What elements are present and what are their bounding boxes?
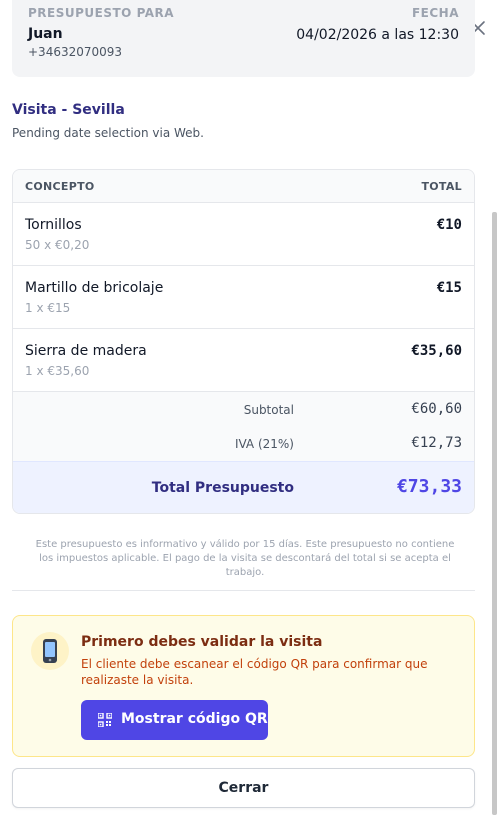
items-table: CONCEPTO TOTAL Tornillos 50 x €0,20 €10 … [12, 169, 475, 514]
quote-header: PRESUPUESTO PARA FECHA Juan +34632070093… [12, 0, 475, 77]
item-total: €10 [436, 217, 462, 233]
quote-date: 04/02/2026 a las 12:30 [296, 27, 459, 43]
client-phone: +34632070093 [28, 45, 123, 59]
summary-section: Subtotal €60,60 IVA (21%) €12,73 [13, 392, 474, 461]
show-qr-label: Mostrar código QR [121, 711, 268, 727]
tax-label: IVA (21%) [234, 437, 294, 451]
client-name: Juan [28, 26, 63, 42]
table-header: CONCEPTO TOTAL [13, 170, 474, 203]
close-button[interactable]: Cerrar [12, 768, 475, 808]
visit-subtitle: Pending date selection via Web. [12, 126, 204, 140]
table-row: Martillo de bricolaje 1 x €15 €15 [13, 266, 474, 329]
item-detail: 50 x €0,20 [25, 238, 90, 252]
disclaimer-text: Este presupuesto es informativo y válido… [35, 539, 455, 578]
total-label: Total Presupuesto [151, 480, 294, 496]
notice-title: Primero debes validar la visita [81, 634, 323, 650]
qr-code-icon [98, 713, 112, 727]
item-detail: 1 x €15 [25, 301, 71, 315]
qr-validation-notice: Primero debes validar la visita El clien… [12, 615, 475, 757]
table-row: Tornillos 50 x €0,20 €10 [13, 203, 474, 266]
item-name: Martillo de bricolaje [25, 280, 164, 296]
scrollbar[interactable] [492, 212, 497, 815]
subtotal-value: €60,60 [411, 401, 462, 417]
column-header-concept: CONCEPTO [25, 180, 95, 193]
item-detail: 1 x €35,60 [25, 364, 90, 378]
item-name: Sierra de madera [25, 343, 147, 359]
table-row: Sierra de madera 1 x €35,60 €35,60 [13, 329, 474, 392]
item-total: €15 [436, 280, 462, 296]
mobile-phone-icon [31, 632, 69, 670]
close-button-label: Cerrar [218, 780, 269, 796]
total-section: Total Presupuesto €73,33 [13, 461, 474, 513]
visit-title: Visita - Sevilla [12, 102, 125, 118]
item-total: €35,60 [411, 343, 462, 359]
subtotal-label: Subtotal [243, 403, 294, 417]
divider [12, 590, 475, 591]
show-qr-button[interactable]: Mostrar código QR [81, 700, 268, 740]
tax-value: €12,73 [411, 435, 462, 451]
column-header-total: TOTAL [421, 180, 462, 193]
total-value: €73,33 [396, 476, 462, 497]
recipient-label: PRESUPUESTO PARA [28, 6, 175, 20]
date-label: FECHA [411, 6, 459, 20]
notice-text: El cliente debe escanear el código QR pa… [81, 657, 428, 687]
item-name: Tornillos [25, 217, 82, 233]
